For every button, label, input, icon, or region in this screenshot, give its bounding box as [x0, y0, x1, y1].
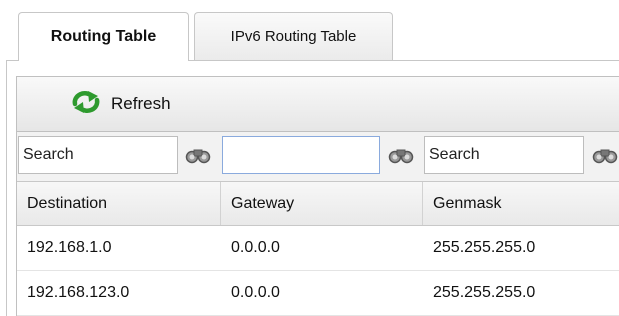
destination-cell: 192.168.1.0 — [27, 239, 112, 256]
genmask-cell: 255.255.255.0 — [433, 284, 536, 301]
column-header-label: Destination — [27, 194, 108, 212]
column-header-destination[interactable]: Destination — [17, 182, 221, 225]
refresh-label: Refresh — [111, 94, 171, 113]
binoculars-icon — [592, 149, 618, 164]
gateway-cell: 0.0.0.0 — [231, 239, 280, 256]
destination-search-input[interactable] — [18, 136, 178, 174]
genmask-filter-button[interactable] — [587, 136, 619, 174]
binoculars-icon — [388, 149, 414, 164]
grid-toolbar: Refresh — [17, 77, 619, 132]
destination-filter-button[interactable] — [180, 136, 216, 174]
column-header-genmask[interactable]: Genmask — [423, 182, 619, 225]
table-row[interactable]: 192.168.123.0 0.0.0.0 255.255.255.0 — [17, 271, 619, 316]
genmask-cell: 255.255.255.0 — [433, 239, 536, 256]
tab-ipv6-routing-table[interactable]: IPv6 Routing Table — [194, 12, 393, 60]
gateway-search-input[interactable] — [222, 136, 380, 174]
routing-table-page: Routing Table IPv6 Routing Table Refresh — [0, 0, 619, 316]
gateway-filter-button[interactable] — [383, 136, 419, 174]
column-header-gateway[interactable]: Gateway — [221, 182, 423, 225]
destination-cell: 192.168.123.0 — [27, 284, 130, 301]
filter-row — [17, 132, 619, 182]
tab-routing-table[interactable]: Routing Table — [18, 12, 189, 61]
tab-label: IPv6 Routing Table — [230, 28, 357, 45]
column-header-label: Gateway — [231, 194, 295, 212]
genmask-search-input[interactable] — [424, 136, 584, 174]
table-row[interactable]: 192.168.1.0 0.0.0.0 255.255.255.0 — [17, 226, 619, 271]
gateway-cell: 0.0.0.0 — [231, 284, 280, 301]
refresh-button[interactable]: Refresh — [71, 87, 171, 121]
binoculars-icon — [185, 149, 211, 164]
table-header: Destination Gateway Genmask — [17, 182, 619, 226]
refresh-arrows-icon — [71, 90, 101, 119]
column-header-label: Genmask — [433, 194, 502, 212]
tab-label: Routing Table — [50, 28, 157, 45]
